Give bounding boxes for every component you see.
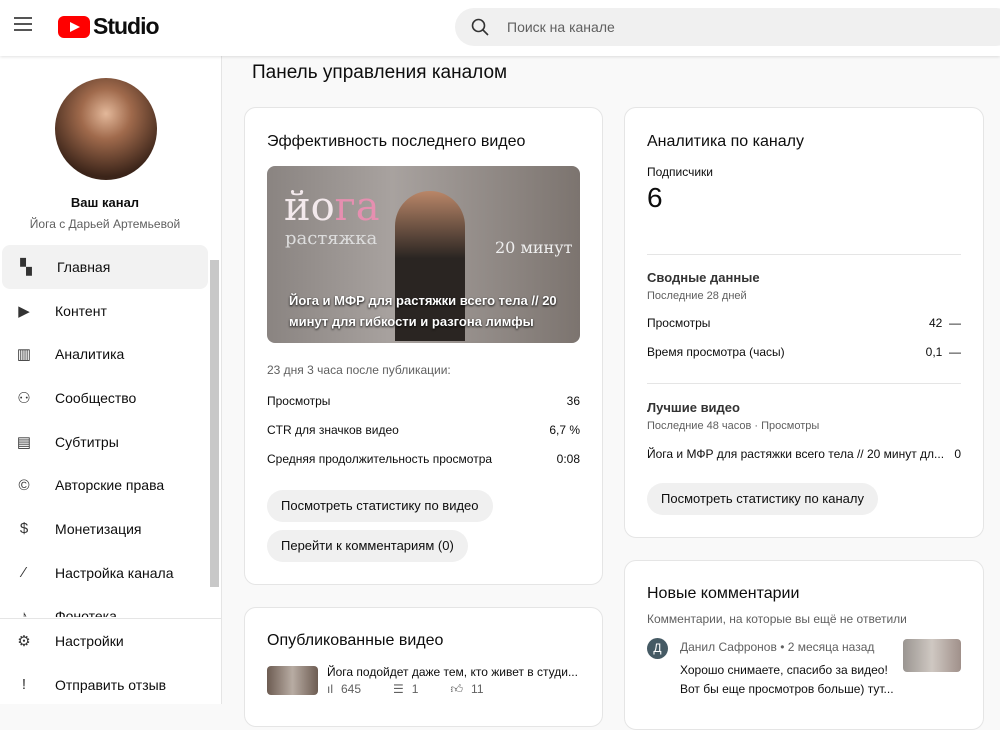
page-title: Панель управления каналом: [252, 62, 508, 83]
like-icon: 👍︎: [450, 682, 464, 696]
audio-library-icon: ♪: [20, 607, 28, 617]
thumbnail-subtitle: растяжка: [285, 228, 378, 249]
channel-stats-button[interactable]: Посмотреть статистику по каналу: [647, 483, 878, 515]
thumbnail-duration-text: 20 минут: [495, 238, 573, 257]
subscribers-label: Подписчики: [647, 165, 714, 179]
sidebar-item-subtitles[interactable]: ▤ Субтитры: [0, 420, 208, 464]
dollar-icon: $: [19, 520, 29, 538]
sidebar-item-audio-library[interactable]: ♪ Фонотека: [0, 595, 208, 617]
card-title: Эффективность последнего видео: [267, 133, 526, 150]
summary-row: Просмотры 42 —: [647, 316, 961, 330]
dashboard-icon: ▚: [20, 258, 32, 276]
sidebar-item-customization[interactable]: ⁄ Настройка канала: [0, 551, 208, 595]
search-icon: [471, 18, 489, 36]
copyright-icon: ©: [18, 476, 30, 494]
video-title[interactable]: Йога подойдет даже тем, кто живет в студ…: [327, 665, 578, 679]
video-thumbnail[interactable]: йога растяжка 20 минут Йога и МФР для ра…: [267, 166, 580, 343]
sidebar: Ваш канал Йога с Дарьей Артемьевой ▚ Глав…: [0, 56, 222, 704]
new-comments-card: Новые комментарии Комментарии, на которы…: [624, 560, 984, 730]
channel-analytics-card: Аналитика по каналу Подписчики 6 Сводные…: [624, 107, 984, 538]
sidebar-item-dashboard[interactable]: ▚ Главная: [2, 245, 208, 289]
sidebar-item-community[interactable]: ⚇ Сообщество: [0, 376, 208, 420]
content-icon: ▶: [18, 302, 30, 320]
youtube-logo-icon: [58, 15, 90, 38]
commenter-avatar[interactable]: Д: [647, 638, 668, 659]
comment-text: Хорошо снимаете, спасибо за видео!: [680, 663, 888, 677]
video-title: Йога и МФР для растяжки всего тела // 20…: [289, 293, 557, 329]
divider: [647, 383, 961, 384]
comment-author[interactable]: Данил Сафронов: [680, 640, 777, 654]
gear-icon: ⚙: [17, 632, 31, 650]
published-videos-card: Опубликованные видео Йога подойдет даже …: [244, 607, 603, 727]
sidebar-item-monetization[interactable]: $ Монетизация: [0, 507, 208, 551]
subscribers-count: 6: [647, 182, 663, 213]
sidebar-nav: ▚ Главная ▶ Контент ▥ Аналитика ⚇ Сообщество…: [0, 245, 208, 617]
video-thumbnail[interactable]: [267, 666, 318, 695]
channel-label: Ваш канал: [70, 195, 140, 210]
comment-text: Вот бы еще просмотров больше) тут...: [680, 682, 894, 696]
top-videos-title: Лучшие видео: [647, 400, 740, 415]
stat-row: CTR для значков видео 6,7 %: [267, 423, 580, 437]
sidebar-item-copyright[interactable]: © Авторские права: [0, 463, 208, 507]
sidebar-item-content[interactable]: ▶ Контент: [0, 289, 208, 333]
sidebar-item-analytics[interactable]: ▥ Аналитика: [0, 332, 208, 376]
sidebar-item-settings[interactable]: ⚙ Настройки: [0, 619, 222, 663]
menu-icon[interactable]: [14, 17, 32, 31]
comments-icon: ☰: [393, 682, 404, 696]
sidebar-scrollbar[interactable]: [210, 260, 219, 587]
latest-video-card: Эффективность последнего видео йога раст…: [244, 107, 603, 585]
sidebar-item-feedback[interactable]: ! Отправить отзыв: [0, 663, 222, 707]
views-icon: ıl: [327, 682, 333, 696]
subtitles-icon: ▤: [16, 433, 32, 451]
thumbnail-logo: йога: [284, 184, 380, 230]
summary-title: Сводные данные: [647, 270, 760, 285]
card-title: Аналитика по каналу: [647, 133, 804, 150]
top-videos-period: Последние 48 часов · Просмотры: [647, 420, 820, 432]
video-stats-button[interactable]: Посмотреть статистику по видео: [267, 490, 493, 522]
stat-row: Просмотры 36: [267, 394, 580, 408]
magic-wand-icon: ⁄: [22, 564, 26, 582]
comment-video-thumbnail[interactable]: [903, 639, 961, 672]
summary-period: Последние 28 дней: [647, 290, 747, 302]
comments-subtitle: Комментарии, на которые вы ещё не ответи…: [647, 612, 907, 626]
divider: [647, 254, 961, 255]
community-icon: ⚇: [17, 389, 31, 407]
search-input[interactable]: Поиск на канале: [455, 8, 1000, 46]
analytics-icon: ▥: [16, 346, 32, 364]
stat-row: Средняя продолжительность просмотра 0:08: [267, 452, 580, 466]
top-video-row[interactable]: Йога и МФР для растяжки всего тела // 20…: [647, 447, 961, 461]
channel-avatar[interactable]: [55, 78, 157, 180]
go-to-comments-button[interactable]: Перейти к комментариям (0): [267, 530, 468, 562]
since-published: 23 дня 3 часа после публикации:: [267, 363, 451, 377]
channel-name: Йога с Дарьей Артемьевой: [29, 217, 181, 231]
summary-row: Время просмотра (часы) 0,1 —: [647, 345, 961, 359]
feedback-icon: !: [21, 676, 27, 694]
card-title: Опубликованные видео: [267, 632, 444, 649]
top-bar: Studio Поиск на канале: [0, 0, 1000, 56]
card-title: Новые комментарии: [647, 585, 800, 602]
studio-logo[interactable]: Studio: [58, 13, 160, 40]
